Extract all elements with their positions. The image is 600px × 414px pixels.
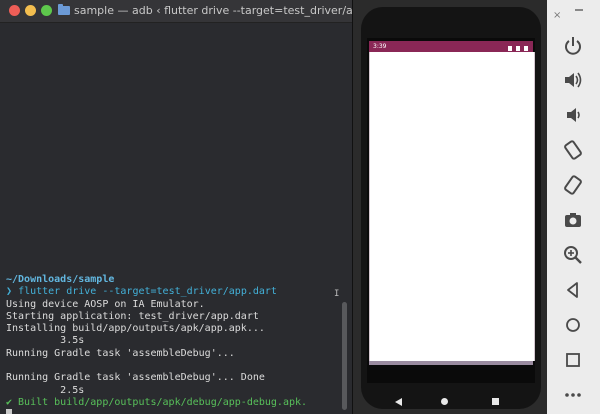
status-time: 3:39 — [373, 43, 387, 50]
emulator-toolbar: × — [547, 0, 600, 414]
volume-up-icon — [565, 72, 582, 88]
maximize-window-button[interactable] — [41, 5, 52, 16]
overview-icon — [566, 353, 580, 367]
output-line: 3.5s — [6, 335, 85, 347]
volume-down-icon — [567, 108, 580, 122]
power-icon — [565, 37, 581, 55]
cursor-line — [6, 409, 336, 414]
screenshot-button[interactable] — [547, 201, 600, 235]
power-button[interactable] — [547, 27, 600, 61]
back-icon[interactable] — [395, 398, 402, 406]
output-line: Running Gradle task 'assembleDebug'... — [6, 347, 235, 359]
text-cursor — [6, 409, 12, 414]
close-window-button[interactable] — [9, 5, 20, 16]
zoom-button[interactable] — [547, 236, 600, 270]
output-line: Installing build/app/outputs/apk/app.apk… — [6, 323, 265, 335]
volume-up-button[interactable] — [547, 61, 600, 95]
signal-icon — [516, 46, 521, 51]
recents-icon[interactable] — [492, 398, 499, 405]
home-icon[interactable] — [441, 398, 448, 405]
screen: sample — adb ‹ flutter drive --target=te… — [0, 0, 600, 414]
back-icon — [567, 282, 578, 298]
home-icon — [566, 318, 580, 332]
status-icons — [506, 44, 528, 51]
command-text: flutter drive --target=test_driver/app.d… — [18, 286, 277, 298]
android-status-bar: 3:39 — [369, 41, 533, 52]
cwd-line: ~/Downloads/sample — [6, 274, 115, 285]
output-line: Running Gradle task 'assembleDebug'... D… — [6, 372, 265, 384]
terminal-scrollbar[interactable] — [342, 302, 347, 410]
volume-down-button[interactable] — [547, 96, 600, 130]
battery-icon — [524, 46, 528, 51]
minimize-window-button[interactable] — [25, 5, 36, 16]
terminal-window: sample — adb ‹ flutter drive --target=te… — [0, 0, 353, 414]
more-icon — [565, 393, 581, 397]
ibeam-cursor-icon: I — [334, 289, 340, 299]
wifi-icon — [508, 46, 513, 51]
more-button[interactable] — [547, 376, 600, 410]
zoom-icon — [564, 246, 582, 264]
rotate-left-icon — [564, 140, 582, 160]
phone-screen[interactable]: 3:39 — [367, 38, 535, 406]
close-emulator-button[interactable]: × — [553, 10, 561, 21]
rotate-left-button[interactable] — [547, 131, 600, 165]
terminal-output[interactable]: ~/Downloads/sample ❯ flutter drive --tar… — [6, 274, 336, 414]
android-nav-bar — [381, 393, 533, 413]
phone-frame: 3:39 — [361, 7, 541, 409]
app-bottom-edge — [369, 361, 533, 365]
folder-icon — [58, 4, 70, 15]
emulator-panel: 3:39 — [353, 0, 547, 414]
prompt-symbol: ❯ — [6, 286, 13, 298]
window-title: sample — adb ‹ flutter drive --target=te… — [74, 4, 353, 17]
command-line: ❯ flutter drive --target=test_driver/app… — [6, 286, 336, 298]
output-line: Starting application: test_driver/app.da… — [6, 310, 259, 322]
minimize-emulator-button[interactable] — [575, 9, 583, 11]
app-content[interactable] — [369, 52, 535, 361]
output-line: Using device AOSP on IA Emulator. — [6, 298, 205, 310]
success-line: ✔ Built build/app/outputs/apk/debug/app-… — [6, 396, 308, 408]
home-button[interactable] — [547, 306, 600, 340]
back-button[interactable] — [547, 271, 600, 305]
output-line: 2.5s — [6, 384, 85, 396]
rotate-right-icon — [564, 175, 582, 195]
rotate-right-button[interactable] — [547, 166, 600, 200]
camera-icon — [565, 213, 581, 227]
terminal-titlebar[interactable]: sample — adb ‹ flutter drive --target=te… — [0, 0, 352, 23]
overview-button[interactable] — [547, 341, 600, 375]
